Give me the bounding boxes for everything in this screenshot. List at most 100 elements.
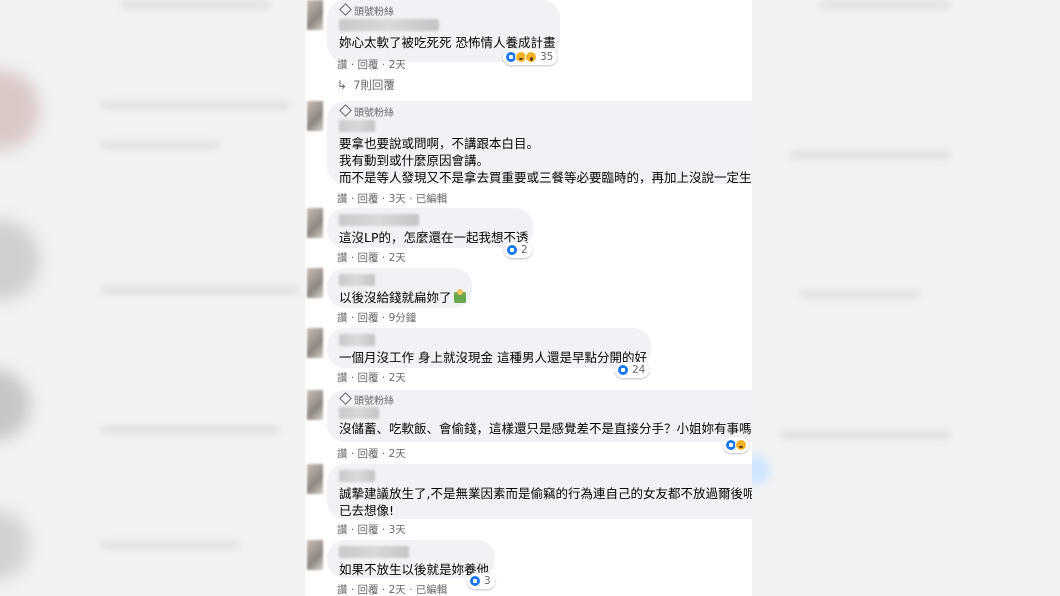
comment-bubble: 如果不放生以後就是妳養他: [327, 540, 495, 578]
comment-actions: 讚 · 回覆 · 9分鐘: [337, 312, 417, 324]
avatar[interactable]: [307, 268, 323, 298]
like-link[interactable]: 讚: [337, 524, 348, 536]
comment-text: 而不是等人發現又不是拿去買重要或三餐等必要臨時的，再加上沒說一定生氣: [339, 170, 752, 184]
timestamp[interactable]: 2天: [389, 372, 406, 384]
reply-link[interactable]: 回覆: [358, 193, 379, 205]
comment-text: 一個月沒工作 身上就沒現金 這種男人還是早點分開的好: [339, 350, 647, 365]
blurred-text: [100, 425, 280, 435]
like-icon: [469, 575, 481, 587]
like-link[interactable]: 讚: [337, 59, 348, 71]
blurred-text: [100, 140, 220, 150]
reply-link[interactable]: 回覆: [358, 372, 379, 384]
like-icon: [617, 364, 629, 376]
edited-label: 已編輯: [415, 584, 448, 596]
comment-actions: 讚 · 回覆 · 2天: [337, 252, 406, 264]
reactions-badge[interactable]: 3: [467, 573, 495, 589]
avatar[interactable]: [307, 0, 323, 30]
blurred-text: [100, 285, 300, 295]
reply-link[interactable]: 回覆: [358, 252, 379, 264]
reply-link[interactable]: 回覆: [358, 584, 379, 596]
comment-text: 如果不放生以後就是妳養他: [339, 562, 490, 577]
blurred-text: [100, 540, 240, 550]
like-link[interactable]: 讚: [337, 193, 348, 205]
like-link[interactable]: 讚: [337, 372, 348, 384]
blurred-text: [120, 0, 270, 10]
blurred-text: [800, 290, 920, 300]
reactions-badge[interactable]: 2: [504, 242, 532, 258]
blurred-text: [780, 430, 950, 440]
commenter-name[interactable]: [339, 274, 375, 286]
comment-bubble: 頭號粉絲 沒儲蓄、吃軟飯、會偷錢，這樣還只是感覺差不是直接分手？小姐妳有事嗎: [327, 390, 752, 442]
comment-actions: 讚 · 回覆 · 3天 · 已編輯: [337, 193, 448, 205]
comment-text: 誠摯建議放生了,不是無業因素而是偷竊的行為連自己的女友都不放過爾後呢你: [339, 486, 752, 501]
commenter-name[interactable]: [339, 19, 439, 31]
like-icon: [506, 244, 518, 256]
comment-actions: 讚 · 回覆 · 2天: [337, 372, 406, 384]
avatar[interactable]: [307, 540, 323, 570]
like-link[interactable]: 讚: [337, 584, 348, 596]
reactions-badge[interactable]: 24: [615, 362, 650, 378]
blurred-avatar: [0, 370, 30, 440]
commenter-name[interactable]: [339, 470, 375, 482]
like-link[interactable]: 讚: [337, 448, 348, 460]
reply-arrow-icon: ↳: [337, 78, 348, 92]
comment-text: 這沒LP的，怎麼還在一起我想不透: [339, 230, 529, 245]
avatar[interactable]: [307, 101, 323, 131]
like-link[interactable]: 讚: [337, 252, 348, 264]
avatar[interactable]: [307, 208, 323, 238]
timestamp[interactable]: 2天: [389, 584, 406, 596]
reactions-badge[interactable]: 35: [503, 49, 558, 65]
reply-link[interactable]: 回覆: [358, 448, 379, 460]
blurred-avatar: [0, 510, 30, 580]
commenter-name[interactable]: [339, 214, 419, 226]
comment-actions: 讚 · 回覆 · 3天: [337, 524, 406, 536]
like-link[interactable]: 讚: [337, 312, 348, 324]
reply-link[interactable]: 回覆: [358, 312, 379, 324]
diamond-icon: [339, 3, 352, 16]
timestamp[interactable]: 3天: [389, 524, 406, 536]
comment-text: 沒儲蓄、吃軟飯、會偷錢，這樣還只是感覺差不是直接分手？小姐妳有事嗎: [339, 420, 752, 437]
timestamp[interactable]: 9分鐘: [389, 312, 417, 324]
diamond-icon: [339, 104, 352, 117]
comment-actions: 讚 · 回覆 · 2天: [337, 59, 406, 71]
top-fan-badge: 頭號粉絲: [339, 3, 548, 18]
comment-text: 已去想像!: [339, 503, 395, 518]
reactions-badge[interactable]: [723, 437, 749, 453]
commenter-name[interactable]: [339, 120, 375, 132]
comment-bubble: 以後沒給錢就扁妳了: [327, 268, 472, 308]
comment-actions: 讚 · 回覆 · 2天 · 已編輯: [337, 584, 448, 596]
edited-label: 已編輯: [415, 193, 448, 205]
comment-bubble: 頭號粉絲 要拿也要說或問啊，不講跟本白目。 我有動到或什麼原因會講。 而不是等人…: [327, 101, 752, 184]
comments-panel: 頭號粉絲 妳心太軟了被吃死死 恐怖情人養成計畫 35 讚 · 回覆 · 2天 ↳…: [305, 0, 752, 596]
wow-icon: [525, 51, 537, 63]
comment-bubble: 誠摯建議放生了,不是無業因素而是偷竊的行為連自己的女友都不放過爾後呢你 已去想像…: [327, 464, 752, 519]
avatar[interactable]: [307, 390, 323, 420]
blurred-text: [100, 100, 290, 110]
timestamp[interactable]: 2天: [389, 59, 406, 71]
avatar[interactable]: [307, 328, 323, 358]
haha-icon: [735, 439, 747, 451]
comment-actions: 讚 · 回覆 · 2天: [337, 448, 406, 460]
timestamp[interactable]: 2天: [389, 252, 406, 264]
comment-text: 以後沒給錢就扁妳了: [339, 289, 466, 306]
diamond-icon: [339, 392, 352, 405]
top-fan-badge: 頭號粉絲: [339, 104, 747, 119]
money-emoji-icon: [453, 289, 466, 303]
reply-link[interactable]: 回覆: [358, 524, 379, 536]
comment-text: 我有動到或什麼原因會講。: [339, 153, 490, 168]
top-fan-badge: 頭號粉絲: [339, 392, 747, 407]
commenter-name[interactable]: [339, 407, 379, 419]
commenter-name[interactable]: [339, 546, 409, 558]
avatar[interactable]: [307, 464, 323, 494]
blurred-avatar: [0, 220, 40, 300]
view-replies-link[interactable]: ↳ 7則回覆: [337, 77, 395, 93]
comment-text: 要拿也要說或問啊，不講跟本白目。: [339, 136, 540, 151]
timestamp[interactable]: 2天: [389, 448, 406, 460]
comment-bubble: 一個月沒工作 身上就沒現金 這種男人還是早點分開的好: [327, 328, 651, 368]
blurred-text: [820, 0, 950, 10]
timestamp[interactable]: 3天: [389, 193, 406, 205]
blurred-avatar: [0, 70, 40, 150]
commenter-name[interactable]: [339, 334, 375, 346]
reply-link[interactable]: 回覆: [358, 59, 379, 71]
comment-bubble: 這沒LP的，怎麼還在一起我想不透: [327, 208, 533, 248]
